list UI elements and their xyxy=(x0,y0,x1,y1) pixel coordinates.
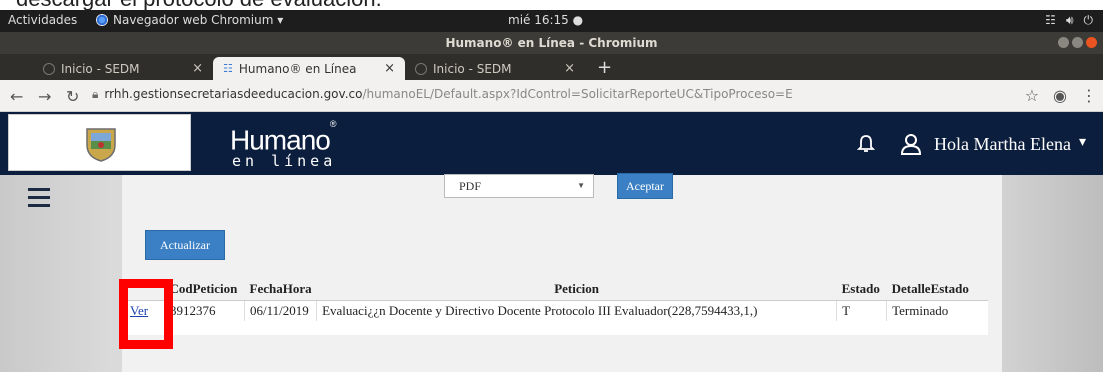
bell-icon[interactable] xyxy=(857,134,875,154)
tab-humano-en-linea[interactable]: ☷ Humano® en Línea × xyxy=(213,57,405,80)
back-arrow-icon[interactable]: ← xyxy=(10,87,23,106)
address-bar-actions: ☆ ◉ ⋮ xyxy=(1025,86,1097,105)
humano-logo[interactable]: Humano® en línea xyxy=(230,119,337,171)
tab-close-icon[interactable]: × xyxy=(564,61,575,76)
column-header-codpeticion: CodPeticion xyxy=(169,281,238,297)
volume-icon: 🔊︎ xyxy=(1065,13,1074,27)
coat-of-arms-icon xyxy=(86,128,116,162)
app-menu-label: Navegador web Chromium ▾ xyxy=(113,13,284,27)
content-panel xyxy=(122,175,1002,372)
bookmark-star-icon[interactable]: ☆ xyxy=(1025,86,1039,105)
user-icon[interactable] xyxy=(899,133,923,155)
tab-favicon-icon xyxy=(43,62,55,75)
format-select[interactable]: PDF ▼ xyxy=(444,174,594,198)
reload-icon[interactable]: ↻ xyxy=(66,87,79,106)
caption-label: descargar el protocolo de evaluación. xyxy=(16,0,382,10)
row-fecha: 06/11/2019 xyxy=(243,299,317,321)
tab-label: Inicio - SEDM xyxy=(61,61,140,76)
new-tab-button[interactable]: + xyxy=(597,57,612,78)
tab-strip: Inicio - SEDM × ☷ Humano® en Línea × Ini… xyxy=(0,54,1103,80)
url-host: rrhh.gestionsecretariasdeeducacion.gov.c… xyxy=(104,87,363,101)
logo-sub: en línea xyxy=(232,152,337,171)
user-greeting[interactable]: Hola Martha Elena xyxy=(934,134,1071,155)
window-title-bar: Humano® en Línea - Chromium xyxy=(0,32,1103,54)
maximize-icon[interactable] xyxy=(1072,37,1083,48)
window-controls[interactable] xyxy=(1058,37,1097,48)
clock[interactable]: mié 16:15 ● xyxy=(508,13,583,27)
user-menu-caret-icon[interactable]: ▾ xyxy=(1079,134,1086,150)
table-row: Ver 3912376 06/11/2019 Evaluaci¿¿n Docen… xyxy=(124,299,988,321)
row-estado: T xyxy=(836,299,887,321)
logo-mark: ® xyxy=(329,119,337,129)
highlight-box xyxy=(119,279,173,349)
app-menu[interactable]: Navegador web Chromium ▾ xyxy=(96,13,283,27)
url-field[interactable]: 🔒︎ rrhh.gestionsecretariasdeeducacion.gov… xyxy=(92,87,793,102)
tab-label: Humano® en Línea xyxy=(238,61,357,76)
tab-favicon-icon xyxy=(415,62,427,75)
format-select-value: PDF xyxy=(459,179,482,193)
address-bar-row: ← → ↻ 🔒︎ rrhh.gestionsecretariasdeeducaci… xyxy=(0,80,1103,112)
url-path: /humanoEL/Default.aspx?IdControl=Solicit… xyxy=(362,87,793,101)
refresh-button[interactable]: Actualizar xyxy=(145,230,225,260)
chromium-icon xyxy=(96,14,108,26)
tab-close-icon[interactable]: × xyxy=(384,61,395,76)
power-icon: ⏻ xyxy=(1083,13,1094,27)
column-header-estado: Estado xyxy=(841,281,880,297)
tab-inicio-sedm-1[interactable]: Inicio - SEDM × xyxy=(33,57,213,80)
activities-button[interactable]: Actividades xyxy=(8,13,77,27)
tab-close-icon[interactable]: × xyxy=(192,61,203,76)
window-title: Humano® en Línea - Chromium xyxy=(445,36,658,50)
column-header-detalleestado: DetalleEstado xyxy=(891,281,969,297)
browser-menu-icon[interactable]: ⋮ xyxy=(1081,86,1097,105)
minimize-icon[interactable] xyxy=(1058,37,1069,48)
system-top-bar: Actividades Navegador web Chromium ▾ mié… xyxy=(0,10,1103,32)
row-peticion: Evaluaci¿¿n Docente y Directivo Docente … xyxy=(316,299,837,321)
lock-icon: 🔒︎ xyxy=(92,87,99,101)
column-header-fechahora: FechaHora xyxy=(249,281,312,297)
column-header-peticion: Peticion xyxy=(554,281,599,297)
logo-main: Humano xyxy=(230,124,331,156)
system-tray[interactable]: ☷ 🔊︎ ⏻ xyxy=(1045,13,1093,28)
profile-icon[interactable]: ◉ xyxy=(1053,86,1067,105)
table-header-row: CodPeticion FechaHora Peticion Estado De… xyxy=(125,279,989,300)
forward-arrow-icon[interactable]: → xyxy=(38,87,51,106)
humano-favicon-icon: ☷ xyxy=(223,62,233,75)
chevron-down-icon: ▼ xyxy=(577,181,585,190)
table-filler-row xyxy=(124,321,988,335)
network-icon: ☷ xyxy=(1045,13,1056,27)
app-header: Humano® en línea Hola Martha Elena ▾ xyxy=(0,112,1103,175)
tab-inicio-sedm-2[interactable]: Inicio - SEDM × xyxy=(405,57,585,80)
hamburger-menu-icon[interactable] xyxy=(28,188,50,212)
tab-label: Inicio - SEDM xyxy=(433,61,512,76)
requests-table: CodPeticion FechaHora Peticion Estado De… xyxy=(124,279,988,335)
caption-text: descargar el protocolo de evaluación. xyxy=(0,0,1103,10)
close-window-icon[interactable] xyxy=(1086,37,1097,48)
accept-button[interactable]: Aceptar xyxy=(617,173,673,199)
row-detalle: Terminado xyxy=(886,299,988,321)
row-cod: 3912376 xyxy=(164,299,245,321)
crest-logo xyxy=(8,114,191,171)
